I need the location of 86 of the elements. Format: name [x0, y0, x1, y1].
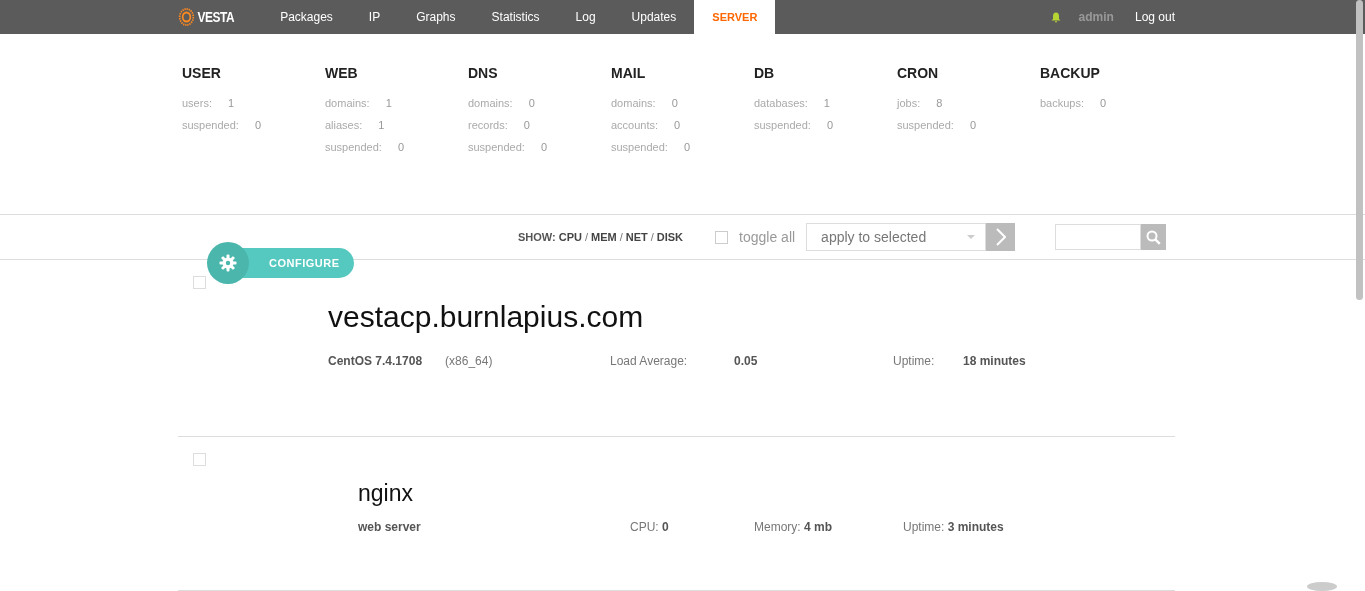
checkbox[interactable] — [715, 230, 729, 244]
stat-value: 0 — [397, 141, 404, 155]
stat-value: 0 — [683, 141, 690, 155]
stat-label: records: — [468, 119, 508, 133]
stat-label: suspended: — [754, 119, 811, 133]
load-value: 0.05 — [734, 354, 758, 368]
stat-value: 1 — [823, 97, 830, 111]
stat-label: jobs: — [897, 97, 921, 111]
stat-value: 0 — [523, 119, 530, 133]
scroll-top-button[interactable] — [1307, 582, 1337, 591]
section-title: USER — [182, 65, 222, 81]
stat-label: suspended: — [611, 141, 668, 155]
scrollbar[interactable] — [1356, 0, 1363, 300]
separator: / — [584, 231, 588, 243]
stat-value: 8 — [936, 97, 943, 111]
stat-label: users: — [182, 97, 212, 111]
stat-label: domains: — [325, 97, 370, 111]
nav-tab[interactable]: Graphs — [398, 0, 474, 34]
stat-label: accounts: — [611, 119, 659, 133]
section-title: CRON — [897, 65, 940, 81]
metric-value: 3 minutes — [947, 520, 1004, 534]
logo[interactable]: VESTA — [178, 0, 235, 34]
stat-label: aliases: — [325, 119, 363, 133]
uptime-value: 18 minutes — [963, 354, 1026, 368]
stat-value: 1 — [385, 97, 392, 111]
show-link[interactable]: DISK — [656, 231, 684, 243]
stat-value: 0 — [671, 97, 678, 111]
metric-label: CPU: — [630, 520, 659, 534]
section-title: DB — [754, 65, 776, 81]
stat-value: 0 — [674, 119, 681, 133]
metric-value: 0 — [662, 520, 669, 534]
nav-tab[interactable]: Statistics — [473, 0, 558, 34]
metric-label: Memory: — [754, 520, 801, 534]
stat-value: 0 — [1100, 97, 1107, 111]
metric-label: Uptime: — [903, 520, 945, 534]
service-type: web server — [358, 520, 422, 534]
nav-tab[interactable]: Log — [557, 0, 614, 34]
stat-label: suspended: — [325, 141, 382, 155]
caret-icon — [967, 235, 976, 239]
search-icon — [1146, 229, 1162, 245]
chevron-right-icon — [995, 228, 1006, 246]
stat-value: 1 — [227, 97, 235, 111]
stat-value: 0 — [969, 119, 976, 133]
checkbox[interactable] — [193, 276, 206, 289]
checkbox[interactable] — [193, 453, 206, 466]
logout-link[interactable]: Log out — [1134, 0, 1175, 34]
stat-value: 1 — [378, 119, 385, 133]
gear-icon — [219, 254, 237, 272]
bell-icon — [1050, 11, 1061, 23]
logo-icon — [178, 7, 195, 27]
stat-label: databases: — [754, 97, 808, 111]
stat-value: 0 — [528, 97, 535, 111]
section-title: DNS — [468, 65, 499, 81]
stat-label: suspended: — [468, 141, 525, 155]
section-title: MAIL — [611, 65, 647, 81]
stat-label: domains: — [468, 97, 513, 111]
stat-label: backups: — [1040, 97, 1085, 111]
stat-label: domains: — [611, 97, 656, 111]
show-link[interactable]: MEM — [591, 231, 617, 243]
nav-tab[interactable]: IP — [350, 0, 399, 34]
show-label: SHOW: — [518, 231, 556, 243]
uptime-label: Uptime: — [893, 354, 936, 368]
show-link[interactable]: NET — [625, 231, 648, 243]
stat-label: suspended: — [897, 119, 954, 133]
separator: / — [619, 231, 623, 243]
nav-tab[interactable]: Packages — [262, 0, 351, 34]
os-version: CentOS 7.4.1708 — [328, 354, 423, 368]
metric-value: 4 mb — [804, 520, 833, 534]
search-field[interactable] — [1055, 224, 1142, 250]
stat-value: 0 — [254, 119, 261, 133]
stat-label: suspended: — [182, 119, 239, 133]
stat-value: 0 — [826, 119, 833, 133]
section-title: BACKUP — [1040, 65, 1101, 81]
apply-button[interactable] — [986, 223, 1016, 251]
load-label: Load Average: — [610, 354, 689, 368]
architecture: (x86_64) — [445, 354, 493, 368]
nav-tab[interactable]: Updates — [613, 0, 695, 34]
server-hostname: vestacp.burnlapius.com — [328, 300, 644, 334]
action-select[interactable]: apply to selected — [806, 223, 987, 251]
gear-button[interactable] — [207, 242, 249, 284]
stat-value: 0 — [540, 141, 547, 155]
separator: / — [650, 231, 654, 243]
search-button[interactable] — [1141, 224, 1167, 250]
service-name: nginx — [358, 480, 413, 507]
show-link[interactable]: CPU — [558, 231, 582, 243]
section-title: WEB — [325, 65, 359, 81]
